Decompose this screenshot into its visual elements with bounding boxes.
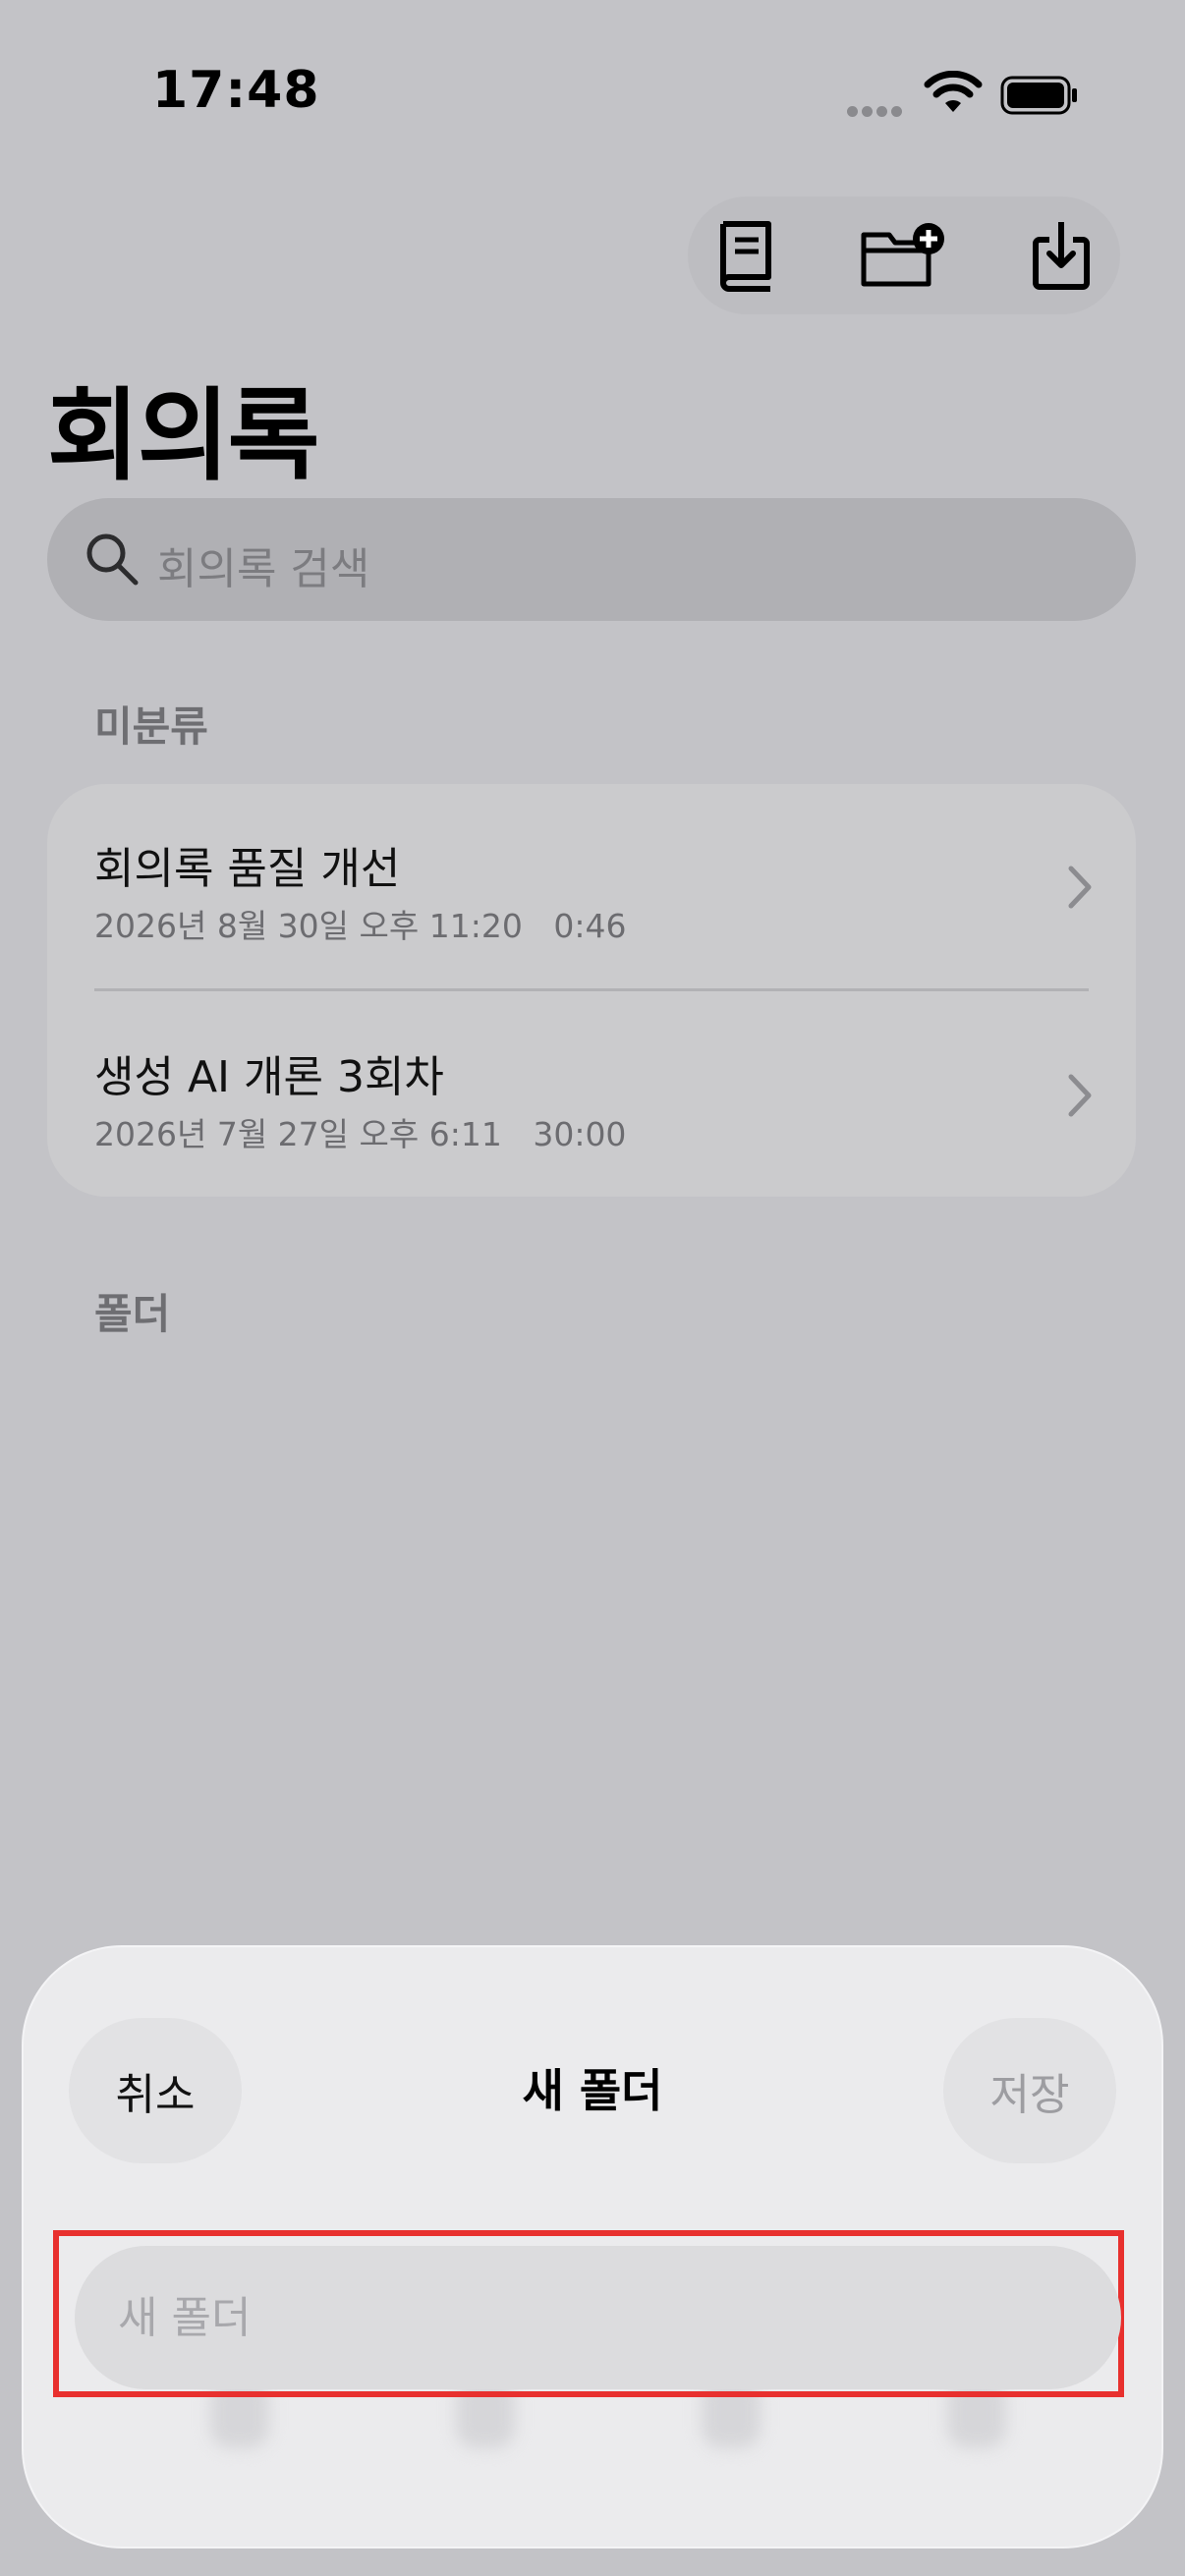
battery-icon — [1000, 76, 1077, 115]
new-folder-sheet: 취소 새 폴더 저장 — [24, 1947, 1161, 2547]
note-meta: 2026년 8월 30일 오후 11:20 0:46 — [94, 900, 626, 947]
list-item[interactable]: 회의록 품질 개선 2026년 8월 30일 오후 11:20 0:46 — [47, 784, 1136, 991]
search-icon — [86, 533, 139, 586]
chevron-right-icon — [1068, 1074, 1092, 1117]
notes-list: 회의록 품질 개선 2026년 8월 30일 오후 11:20 0:46 생성 … — [47, 784, 1136, 1197]
import-button[interactable] — [1002, 196, 1120, 314]
cellular-signal-icon — [847, 102, 906, 117]
download-icon — [1033, 222, 1090, 290]
section-unsorted-label: 미분류 — [94, 702, 208, 751]
folder-name-input[interactable] — [75, 2246, 1121, 2389]
note-meta: 2026년 7월 27일 오후 6:11 30:00 — [94, 1108, 626, 1155]
book-button[interactable] — [688, 196, 806, 314]
new-folder-button[interactable] — [845, 196, 963, 314]
note-title: 생성 AI 개론 3회차 — [94, 1052, 444, 1102]
page-title: 회의록 — [47, 378, 320, 495]
search-input-placeholder[interactable]: 회의록 검색 — [157, 533, 369, 596]
save-button[interactable]: 저장 — [943, 2018, 1116, 2163]
list-item[interactable]: 생성 AI 개론 3회차 2026년 7월 27일 오후 6:11 30:00 — [47, 990, 1136, 1197]
note-duration: 0:46 — [553, 907, 627, 945]
note-date: 2026년 7월 27일 오후 6:11 — [94, 1115, 502, 1153]
note-date: 2026년 8월 30일 오후 11:20 — [94, 907, 523, 945]
highlight-box — [53, 2230, 1124, 2397]
search-bar[interactable]: 회의록 검색 — [47, 498, 1136, 621]
note-title: 회의록 품질 개선 — [94, 844, 401, 894]
section-folders-label: 폴더 — [94, 1290, 171, 1338]
status-time: 17:48 — [152, 61, 320, 120]
top-toolbar — [688, 196, 1120, 314]
chevron-right-icon — [1068, 866, 1092, 909]
note-duration: 30:00 — [533, 1115, 627, 1153]
book-icon — [720, 221, 771, 292]
folder-plus-icon — [861, 223, 944, 287]
wifi-icon — [924, 71, 983, 112]
